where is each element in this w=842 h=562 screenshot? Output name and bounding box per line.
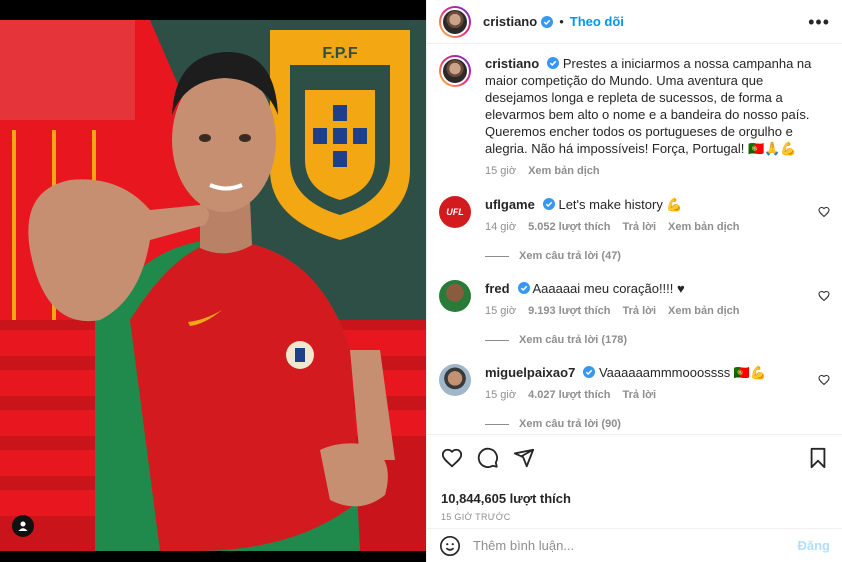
caption-avatar[interactable] [439,55,471,87]
comment-likes[interactable]: 4.027 lượt thích [528,387,610,404]
post-photo[interactable]: F.P.F [0,20,426,551]
action-bar: 10,844,605 lượt thích 15 GIỜ TRƯỚC [427,434,842,522]
view-replies[interactable]: Xem câu trả lời (178) [485,334,830,346]
photo-illustration: F.P.F [0,20,426,551]
comment-text: Let's make history 💪 [558,197,683,212]
view-replies-label[interactable]: Xem câu trả lời (178) [519,334,627,346]
post-comment-button[interactable]: Đăng [798,538,831,553]
post-panel: cristiano • Theo dõi ••• cristiano Prest… [426,0,842,562]
verified-icon [547,57,560,69]
tagged-user-icon[interactable] [12,515,34,537]
view-replies[interactable]: Xem câu trả lời (90) [485,418,830,430]
reply-button[interactable]: Trả lời [623,303,657,320]
photo-column: F.P.F [0,0,426,562]
comment-text: Vaaaaaammmooossss 🇵🇹💪 [598,365,767,380]
more-options-icon[interactable]: ••• [808,13,830,31]
verified-icon [541,15,554,28]
verified-icon [542,198,555,210]
comment-username[interactable]: uflgame [485,197,535,212]
caption-username[interactable]: cristiano [485,56,539,71]
translate-link[interactable]: Xem bản dịch [668,219,740,236]
comment-time: 15 giờ [485,389,517,401]
caption-translate-link[interactable]: Xem bản dịch [528,163,600,180]
comment-row: fred Aaaaaai meu coração!!!! ♥ 15 giờ 9.… [439,280,830,320]
caption: cristiano Prestes a iniciarmos a nossa c… [439,55,830,180]
like-comment-heart-icon[interactable] [818,374,830,386]
comment-text: Aaaaaai meu coração!!!! ♥ [532,281,685,296]
view-replies-label[interactable]: Xem câu trả lời (90) [519,418,621,430]
comment-row: miguelpaixao7 Vaaaaaammmooossss 🇵🇹💪 15 g… [439,364,830,404]
author-username[interactable]: cristiano [483,14,537,29]
comments-section: cristiano Prestes a iniciarmos a nossa c… [427,45,842,433]
comment-bubble-icon[interactable] [477,447,499,469]
caption-time: 15 giờ [485,165,517,177]
comment-time: 14 giờ [485,221,517,233]
share-send-icon[interactable] [513,447,535,469]
comment-row: UFL uflgame Let's make history 💪 14 giờ … [439,196,830,236]
post-header: cristiano • Theo dõi ••• [427,0,842,44]
verified-icon [583,366,596,378]
view-replies[interactable]: Xem câu trả lời (47) [485,250,830,262]
post-timestamp: 15 GIỜ TRƯỚC [441,512,511,522]
like-heart-icon[interactable] [441,447,463,469]
translate-link[interactable]: Xem bản dịch [668,303,740,320]
author-avatar[interactable] [439,5,471,38]
comment-username[interactable]: miguelpaixao7 [485,365,575,380]
comment-likes[interactable]: 5.052 lượt thích [528,219,610,236]
bookmark-icon[interactable] [808,447,828,469]
likes-count[interactable]: 10,844,605 lượt thích [441,491,828,506]
emoji-icon[interactable] [439,535,461,557]
comment-username[interactable]: fred [485,281,510,296]
reply-button[interactable]: Trả lời [623,219,657,236]
comment-likes[interactable]: 9.193 lượt thích [528,303,610,320]
comment-composer: Đăng [427,528,842,562]
like-comment-heart-icon[interactable] [818,206,830,218]
comment-input[interactable] [473,538,798,553]
separator-dot: • [559,14,564,29]
comment-time: 15 giờ [485,305,517,317]
follow-button[interactable]: Theo dõi [570,14,624,29]
like-comment-heart-icon[interactable] [818,290,830,302]
comment-avatar[interactable] [439,364,471,396]
comment-avatar[interactable]: UFL [439,196,471,228]
caption-text: Prestes a iniciarmos a nossa campanha na… [485,56,812,156]
comment-avatar[interactable] [439,280,471,312]
verified-icon [517,282,530,294]
view-replies-label[interactable]: Xem câu trả lời (47) [519,250,621,262]
crest-text: F.P.F [322,45,358,62]
reply-button[interactable]: Trả lời [623,387,657,404]
